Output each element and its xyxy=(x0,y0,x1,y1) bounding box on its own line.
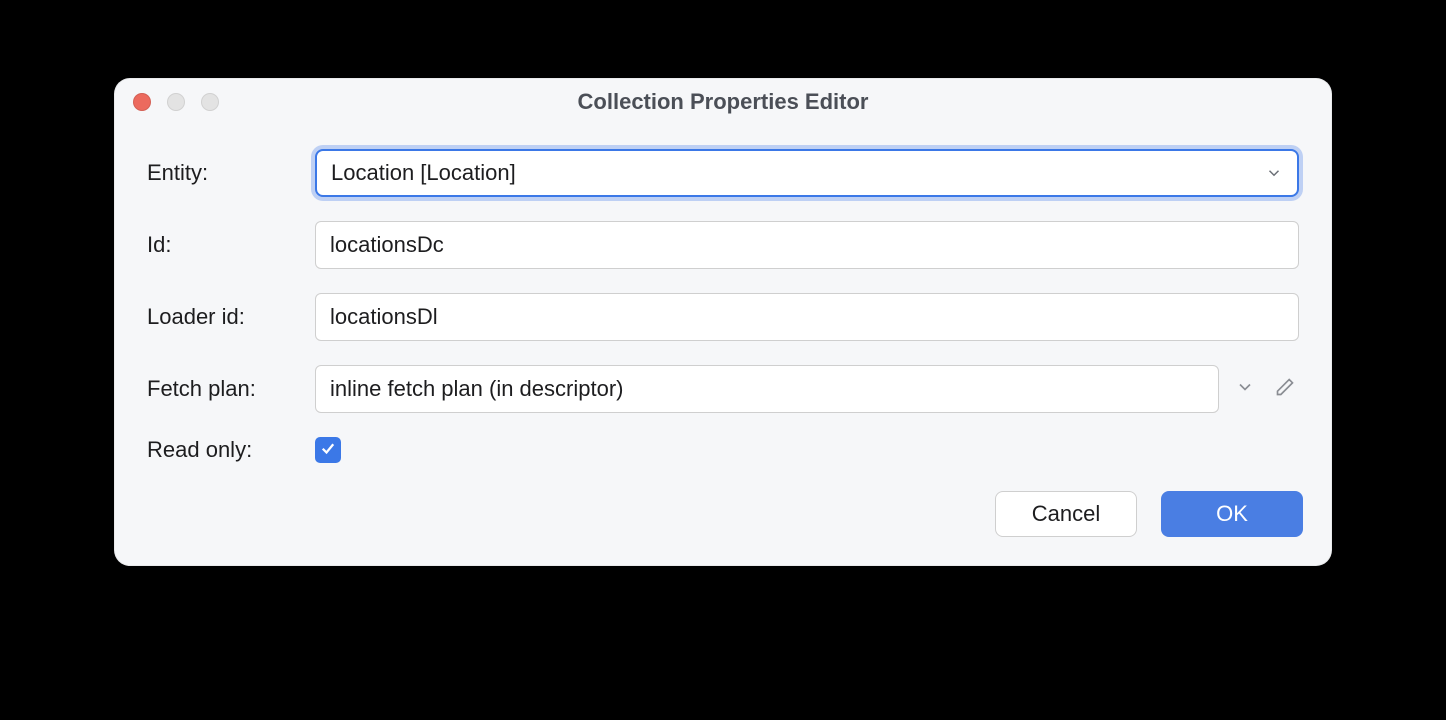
fetch-plan-edit-button[interactable] xyxy=(1271,375,1299,403)
dialog-footer: Cancel OK xyxy=(115,491,1331,565)
ok-button[interactable]: OK xyxy=(1161,491,1303,537)
row-read-only: Read only: xyxy=(147,437,1299,463)
entity-value: Location [Location] xyxy=(331,160,1265,186)
fetch-plan-combobox[interactable]: inline fetch plan (in descriptor) xyxy=(315,365,1219,413)
traffic-lights xyxy=(133,93,219,111)
fetch-plan-value: inline fetch plan (in descriptor) xyxy=(330,376,1204,402)
entity-label: Entity: xyxy=(147,160,315,186)
row-loader-id: Loader id: xyxy=(147,293,1299,341)
form: Entity: Location [Location] Id: Loader i… xyxy=(115,125,1331,491)
read-only-checkbox[interactable] xyxy=(315,437,341,463)
dialog-title: Collection Properties Editor xyxy=(115,89,1331,115)
titlebar: Collection Properties Editor xyxy=(115,79,1331,125)
id-input[interactable] xyxy=(315,221,1299,269)
chevron-down-icon xyxy=(1265,164,1283,182)
pencil-icon xyxy=(1275,377,1295,402)
chevron-down-icon xyxy=(1235,377,1255,402)
collection-properties-dialog: Collection Properties Editor Entity: Loc… xyxy=(114,78,1332,566)
minimize-window-button[interactable] xyxy=(167,93,185,111)
row-id: Id: xyxy=(147,221,1299,269)
entity-combobox[interactable]: Location [Location] xyxy=(315,149,1299,197)
close-window-button[interactable] xyxy=(133,93,151,111)
row-fetch-plan: Fetch plan: inline fetch plan (in descri… xyxy=(147,365,1299,413)
loader-id-input[interactable] xyxy=(315,293,1299,341)
zoom-window-button[interactable] xyxy=(201,93,219,111)
check-icon xyxy=(319,439,337,462)
read-only-label: Read only: xyxy=(147,437,315,463)
fetch-plan-dropdown-button[interactable] xyxy=(1231,375,1259,403)
fetch-plan-label: Fetch plan: xyxy=(147,376,315,402)
row-entity: Entity: Location [Location] xyxy=(147,149,1299,197)
loader-id-label: Loader id: xyxy=(147,304,315,330)
id-label: Id: xyxy=(147,232,315,258)
cancel-button[interactable]: Cancel xyxy=(995,491,1137,537)
